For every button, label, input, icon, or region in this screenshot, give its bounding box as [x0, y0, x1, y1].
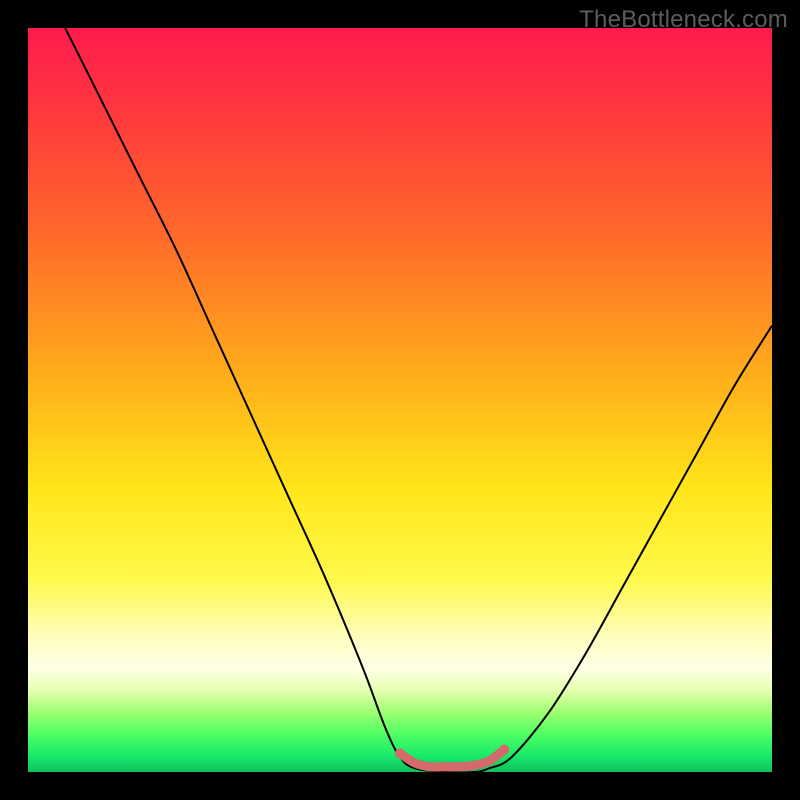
bottleneck-curve [65, 28, 772, 772]
chart-frame: TheBottleneck.com [0, 0, 800, 800]
plot-area [28, 28, 772, 772]
curves-layer [28, 28, 772, 772]
optimal-range-highlight [400, 750, 504, 767]
marker-dot [395, 748, 405, 758]
marker-dot [499, 745, 509, 755]
watermark-text: TheBottleneck.com [579, 6, 788, 34]
